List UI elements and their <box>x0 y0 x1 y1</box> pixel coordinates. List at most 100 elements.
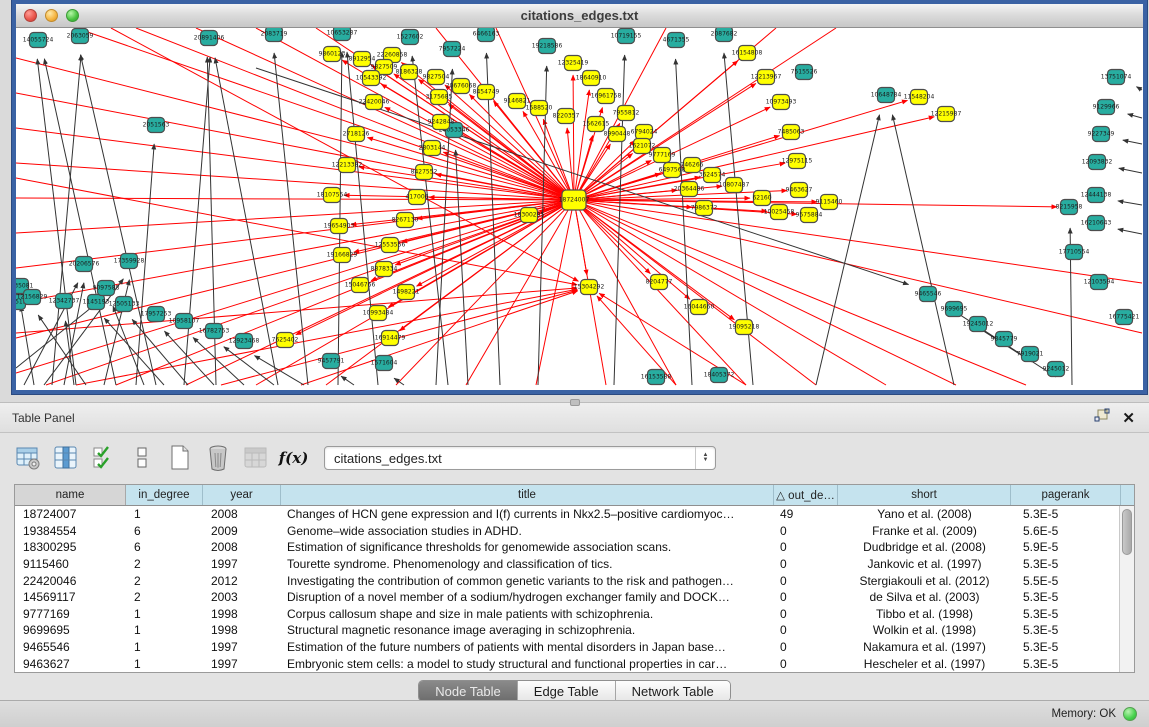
graph-node[interactable]: 1527602 <box>397 30 424 45</box>
graph-node[interactable]: 7919021 <box>1017 347 1044 362</box>
network-graph[interactable]: 1405572420630592089140620837191065328715… <box>16 28 1143 389</box>
graph-node[interactable]: 6794024 <box>631 125 658 140</box>
graph-node[interactable]: 10973493 <box>766 95 797 110</box>
column-header-0[interactable]: name <box>15 485 126 505</box>
graph-node[interactable]: 16153588 <box>641 370 672 385</box>
graph-node[interactable]: 12213967 <box>751 70 782 85</box>
table-row[interactable]: 1872400712008Changes of HCN gene express… <box>15 506 1134 523</box>
column-header-3[interactable]: title <box>281 485 774 505</box>
graph-node[interactable]: 19218586 <box>532 39 563 54</box>
table-row[interactable]: 1938455462009Genome–wide association stu… <box>15 523 1134 540</box>
graph-node[interactable]: 9457791 <box>318 354 345 369</box>
graph-node[interactable]: 18405372 <box>704 368 735 383</box>
graph-node[interactable]: 10807487 <box>719 178 750 193</box>
graph-node[interactable]: 12444138 <box>1081 188 1112 203</box>
graph-node[interactable]: 2718126 <box>343 127 370 142</box>
column-header-6[interactable]: pagerank <box>1011 485 1121 505</box>
graph-node[interactable]: 8186328 <box>396 65 423 80</box>
table-row[interactable]: 1456911722003Disruption of a novel membe… <box>15 589 1134 606</box>
splitter-handle[interactable] <box>570 399 580 406</box>
graph-node[interactable]: 12325419 <box>558 56 589 71</box>
graph-node[interactable]: 8990448 <box>604 127 631 142</box>
graph-node[interactable]: 16961758 <box>591 89 622 104</box>
graph-node[interactable]: 9115460 <box>816 195 843 210</box>
graph-node[interactable]: 18107554 <box>317 188 348 203</box>
table-row[interactable]: 911546021997Tourette syndrome. Phenomeno… <box>15 556 1134 573</box>
column-header-4[interactable]: △ out_de… <box>774 485 838 505</box>
window-titlebar[interactable]: citations_edges.txt <box>16 4 1143 28</box>
column-header-5[interactable]: short <box>838 485 1011 505</box>
table-row[interactable]: 1830029562008Estimation of significance … <box>15 539 1134 556</box>
graph-node[interactable]: 19245012 <box>963 317 994 332</box>
table-row[interactable]: 977716911998Corpus callosum shape and si… <box>15 606 1134 623</box>
graph-node[interactable]: 10958107 <box>169 314 200 329</box>
table-panel-header[interactable]: Table Panel ✕ <box>0 402 1149 433</box>
network-canvas[interactable]: 1405572420630592089140620837191065328715… <box>16 28 1143 389</box>
graph-node[interactable]: 10719155 <box>611 29 642 44</box>
column-header-2[interactable]: year <box>203 485 281 505</box>
graph-node[interactable]: 9227349 <box>1088 127 1115 142</box>
graph-node[interactable]: 4671355 <box>663 33 690 48</box>
graph-node[interactable]: 14055724 <box>23 33 54 48</box>
graph-node[interactable]: 17710554 <box>1059 245 1090 260</box>
graph-node[interactable]: 12923468 <box>229 334 260 349</box>
close-window-button[interactable] <box>24 9 37 22</box>
graph-node[interactable]: 16782753 <box>199 324 230 339</box>
graph-node[interactable]: 417006 <box>406 190 429 205</box>
graph-node[interactable]: 12505133 <box>109 297 140 312</box>
scrollbar-thumb[interactable] <box>1122 509 1132 555</box>
graph-node[interactable]: 11548204 <box>904 90 935 105</box>
graph-node[interactable]: 1145193 <box>83 295 110 310</box>
graph-node[interactable]: 12093832 <box>1082 155 1113 170</box>
tab-network-table[interactable]: Network Table <box>616 681 730 701</box>
graph-node[interactable]: 62160 <box>752 191 771 206</box>
graph-node[interactable]: 10648784 <box>871 88 902 103</box>
graph-node[interactable]: 20891406 <box>194 31 225 46</box>
graph-node[interactable]: 8454749 <box>473 85 500 100</box>
graph-node[interactable]: 13751074 <box>1101 70 1132 85</box>
graph-node[interactable]: 8220357 <box>553 109 580 124</box>
graph-node[interactable]: 17957253 <box>141 307 172 322</box>
delete-rows-icon[interactable] <box>204 445 231 472</box>
graph-node[interactable]: 18724007 <box>559 190 590 210</box>
graph-node[interactable]: 9699695 <box>941 302 968 317</box>
graph-node[interactable]: 10025458 <box>764 205 795 220</box>
graph-node[interactable]: 2063059 <box>67 29 94 44</box>
graph-node[interactable]: 12553556 <box>375 238 406 253</box>
tab-edge-table[interactable]: Edge Table <box>518 681 616 701</box>
table-row[interactable]: 969969511998Structural magnetic resonanc… <box>15 622 1134 639</box>
insert-column-icon[interactable] <box>52 445 79 472</box>
minimize-window-button[interactable] <box>45 9 58 22</box>
vertical-scrollbar[interactable] <box>1119 506 1134 672</box>
table-row[interactable]: 2242004622012Investigating the contribut… <box>15 572 1134 589</box>
graph-node[interactable]: 8267130 <box>392 213 419 228</box>
graph-node[interactable]: 9465546 <box>915 287 942 302</box>
memory-status-indicator[interactable] <box>1123 707 1137 721</box>
graph-node[interactable]: 16775421 <box>1109 310 1140 325</box>
graph-node[interactable]: 9463627 <box>786 183 813 198</box>
graph-node[interactable]: 12975115 <box>782 154 813 169</box>
graph-node[interactable]: 12215987 <box>931 107 962 122</box>
graph-node[interactable]: 1498221 <box>393 285 420 300</box>
table-row[interactable]: 946362711997Embryonic stem cells: a mode… <box>15 655 1134 672</box>
float-panel-icon[interactable] <box>1094 408 1110 428</box>
new-table-icon[interactable] <box>166 445 193 472</box>
graph-node[interactable]: 1562615 <box>583 117 610 132</box>
graph-node[interactable]: 7515526 <box>791 65 818 80</box>
table-row[interactable]: 946554611997Estimation of the future num… <box>15 639 1134 656</box>
graph-node[interactable]: 2051563 <box>143 118 170 133</box>
graph-node[interactable]: 2083719 <box>261 28 288 42</box>
table-settings-icon[interactable] <box>14 445 41 472</box>
table-selector-dropdown[interactable]: citations_edges.txt ▲▼ <box>324 446 716 470</box>
graph-node[interactable]: 16210643 <box>1081 216 1112 231</box>
graph-node[interactable]: 1571604 <box>371 356 398 371</box>
graph-node[interactable]: 19654903 <box>324 219 355 234</box>
zoom-window-button[interactable] <box>66 9 79 22</box>
graph-node[interactable]: 9097588 <box>93 281 120 296</box>
graph-node[interactable]: 12103594 <box>1084 275 1115 290</box>
tab-node-table[interactable]: Node Table <box>419 681 518 701</box>
graph-node[interactable]: 8215958 <box>1056 200 1083 215</box>
graph-node[interactable]: 9845779 <box>991 332 1018 347</box>
graph-node[interactable]: 9129966 <box>1093 100 1120 115</box>
close-panel-icon[interactable]: ✕ <box>1122 409 1135 427</box>
